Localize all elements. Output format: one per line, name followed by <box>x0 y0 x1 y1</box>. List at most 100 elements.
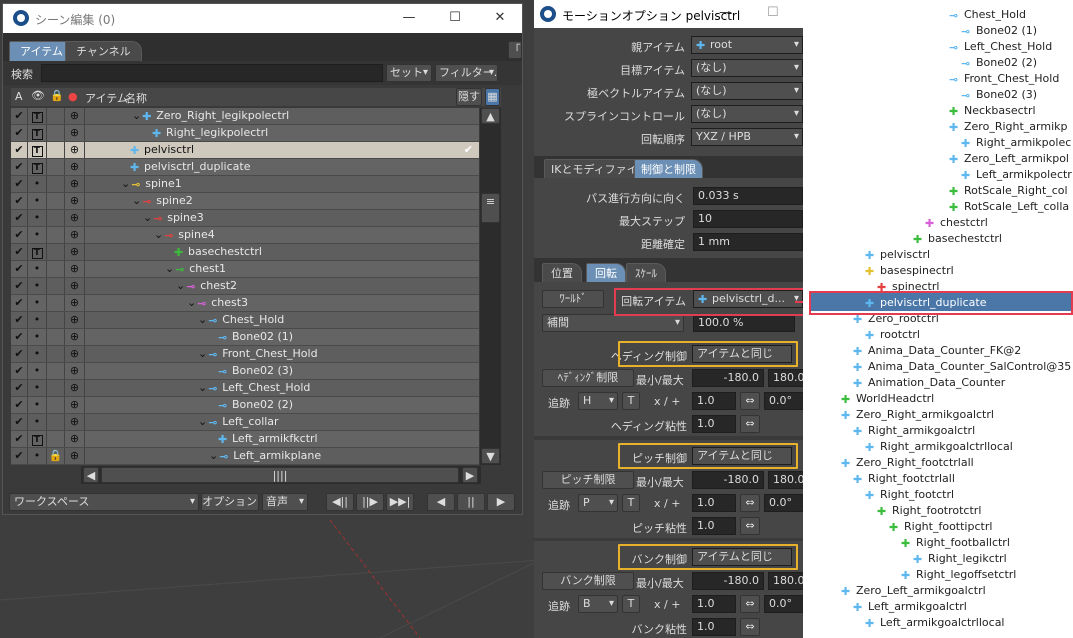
active-check-icon[interactable]: ✔ <box>11 125 28 141</box>
tree-node[interactable]: ✚ Right_foottipctrl <box>889 520 992 533</box>
expand-chevron-icon[interactable]: ⌄ <box>165 262 174 275</box>
row-name[interactable]: ✚ pelvisctrl_duplicate <box>121 160 250 173</box>
header-item[interactable]: アイテム <box>85 90 128 106</box>
table-row[interactable]: ✔ T ⊕ ✚ pelvisctrl_duplicate <box>11 159 479 176</box>
target-icon[interactable]: ⊕ <box>65 227 85 243</box>
expand-chevron-icon[interactable]: ⌄ <box>198 347 207 360</box>
target-icon[interactable]: ⊕ <box>65 278 85 294</box>
visibility-icon[interactable]: T <box>28 142 47 158</box>
tree-node[interactable]: ⊸ Chest_Hold <box>949 8 1026 21</box>
expand-chevron-icon[interactable]: ⌄ <box>187 296 196 309</box>
pitch-visc-swap-icon[interactable]: ⇔ <box>740 517 760 535</box>
visibility-icon[interactable]: • <box>28 295 47 311</box>
search-input[interactable] <box>41 64 383 82</box>
lock-toggle-icon[interactable] <box>47 363 65 379</box>
target-icon[interactable]: ⊕ <box>65 295 85 311</box>
tab-channel[interactable]: チャンネル <box>65 41 142 61</box>
tree-node[interactable]: ✚ Anima_Data_Counter_SalControl@35 <box>853 360 1071 373</box>
visibility-icon[interactable]: • <box>28 193 47 209</box>
table-row[interactable]: ✔ • ⊕ ⊸ Bone02 (2) <box>11 397 479 414</box>
active-check-icon[interactable]: ✔ <box>11 142 28 158</box>
visibility-icon[interactable]: • <box>28 227 47 243</box>
visibility-icon[interactable]: • <box>28 414 47 430</box>
tree-node[interactable]: ✚ Zero_Right_armikp <box>949 120 1067 133</box>
lock-toggle-icon[interactable] <box>47 261 65 277</box>
hide-button[interactable]: 隠す <box>456 88 482 106</box>
workspace-dropdown[interactable]: ワークスペース <box>9 493 199 511</box>
bank-min-input[interactable]: -180.0 <box>692 572 764 590</box>
interp-input[interactable]: 100.0 % <box>693 314 795 332</box>
panel-toggle-button[interactable]: 「 <box>508 41 522 59</box>
table-row[interactable]: ✔ • ⊕ ⊸ Bone02 (3) <box>11 363 479 380</box>
table-row[interactable]: ✔ • 🔒 ⊕ ⌄⊸ Left_armikplane <box>11 448 479 465</box>
next-key-icon[interactable]: ||▶ <box>356 493 384 511</box>
visibility-icon[interactable]: • <box>28 312 47 328</box>
target-icon[interactable]: ⊕ <box>65 380 85 396</box>
active-check-icon[interactable]: ✔ <box>11 261 28 277</box>
active-check-icon[interactable]: ✔ <box>11 312 28 328</box>
rot-order-dropdown[interactable]: YXZ / HPB <box>691 128 803 146</box>
table-row[interactable]: ✔ T ⊕ ✚ Left_armikfkctrl <box>11 431 479 448</box>
tree-node[interactable]: ⊸ Bone02 (3) <box>961 88 1037 101</box>
tree-node[interactable]: ✚ Right_footballctrl <box>901 536 1010 549</box>
target-icon[interactable]: ⊕ <box>65 193 85 209</box>
visibility-icon[interactable]: • <box>28 448 47 464</box>
eye-icon[interactable]: 👁 <box>31 89 45 102</box>
heading-t-button[interactable]: T <box>622 392 640 410</box>
bank-offset-input[interactable]: 0.0° <box>764 595 803 613</box>
horizontal-scrollbar[interactable]: ◀ |||| ▶ <box>81 466 481 484</box>
table-row[interactable]: ✔ • ⊕ ⊸ Bone02 (1) <box>11 329 479 346</box>
expand-chevron-icon[interactable]: ⌄ <box>143 211 152 224</box>
expand-chevron-icon[interactable]: ⌄ <box>132 109 141 122</box>
target-icon[interactable]: ⊕ <box>65 397 85 413</box>
active-check-icon[interactable]: ✔ <box>11 244 28 260</box>
table-row[interactable]: ✔ • ⊕ ⌄⊸ chest2 <box>11 278 479 295</box>
table-row[interactable]: ✔ T ⊕ ✚ Right_legikpolectrl <box>11 125 479 142</box>
tree-node[interactable]: ⊸ Left_Chest_Hold <box>949 40 1052 53</box>
row-name[interactable]: ⊸ Bone02 (3) <box>209 364 293 377</box>
expand-chevron-icon[interactable]: ⌄ <box>198 313 207 326</box>
tree-node[interactable]: ✚ Animation_Data_Counter <box>853 376 1005 389</box>
heading-max-input[interactable]: 180.0 <box>768 369 803 387</box>
row-name[interactable]: ⌄⊸ spine4 <box>154 228 215 241</box>
row-name[interactable]: ⌄⊸ chest2 <box>176 279 237 292</box>
row-name[interactable]: ⌄⊸ spine1 <box>121 177 182 190</box>
target-icon[interactable]: ⊕ <box>65 346 85 362</box>
bank-limit-button[interactable]: バンク制限 <box>542 572 634 590</box>
active-check-icon[interactable]: ✔ <box>11 108 28 124</box>
active-check-icon[interactable]: ✔ <box>11 278 28 294</box>
active-check-icon[interactable]: ✔ <box>11 295 28 311</box>
color-dots-icon[interactable]: ● <box>68 90 78 103</box>
interp-dropdown[interactable]: 補間 <box>542 314 684 332</box>
table-row[interactable]: ✔ • ⊕ ⌄⊸ spine3 <box>11 210 479 227</box>
target-icon[interactable]: ⊕ <box>65 312 85 328</box>
bank-visc-input[interactable]: 1.0 <box>692 618 736 636</box>
expand-chevron-icon[interactable]: ⌄ <box>121 177 130 190</box>
scroll-up-icon[interactable]: ▲ <box>481 108 500 124</box>
row-name[interactable]: ⌄⊸ chest3 <box>187 296 248 309</box>
visibility-icon[interactable]: • <box>28 176 47 192</box>
lock-toggle-icon[interactable] <box>47 295 65 311</box>
active-check-icon[interactable]: ✔ <box>11 227 28 243</box>
pitch-swap-icon[interactable]: ⇔ <box>740 494 760 512</box>
pitch-limit-button[interactable]: ピッチ制限 <box>542 471 634 489</box>
expand-chevron-icon[interactable]: ⌄ <box>154 228 163 241</box>
row-name[interactable]: ⌄⊸ Left_armikplane <box>209 449 321 462</box>
pole-item-dropdown[interactable]: (なし) <box>691 82 803 100</box>
target-icon[interactable]: ⊕ <box>65 431 85 447</box>
lock-toggle-icon[interactable] <box>47 278 65 294</box>
parent-item-dropdown[interactable]: ✚ root <box>691 36 803 54</box>
tab-rotation[interactable]: 回転 <box>586 263 626 282</box>
target-icon[interactable]: ⊕ <box>65 108 85 124</box>
tree-node[interactable]: ✚ Right_armikgoalctrllocal <box>865 440 1013 453</box>
pitch-axis-dropdown[interactable]: P <box>578 494 618 512</box>
scroll-thumb[interactable]: ≡ <box>481 193 500 223</box>
options-button[interactable]: オプション... <box>201 493 259 511</box>
minimize-icon[interactable]: — <box>397 8 421 28</box>
tree-node[interactable]: ✚ Right_footctrlall <box>853 472 955 485</box>
row-name[interactable]: ✚ pelvisctrl <box>121 143 194 156</box>
target-icon[interactable]: ⊕ <box>65 261 85 277</box>
tree-node[interactable]: ✚ Left_armikpolectr <box>961 168 1072 181</box>
world-button[interactable]: ﾜｰﾙﾄﾞ <box>542 290 604 308</box>
active-check-icon[interactable]: ✔ <box>11 414 28 430</box>
